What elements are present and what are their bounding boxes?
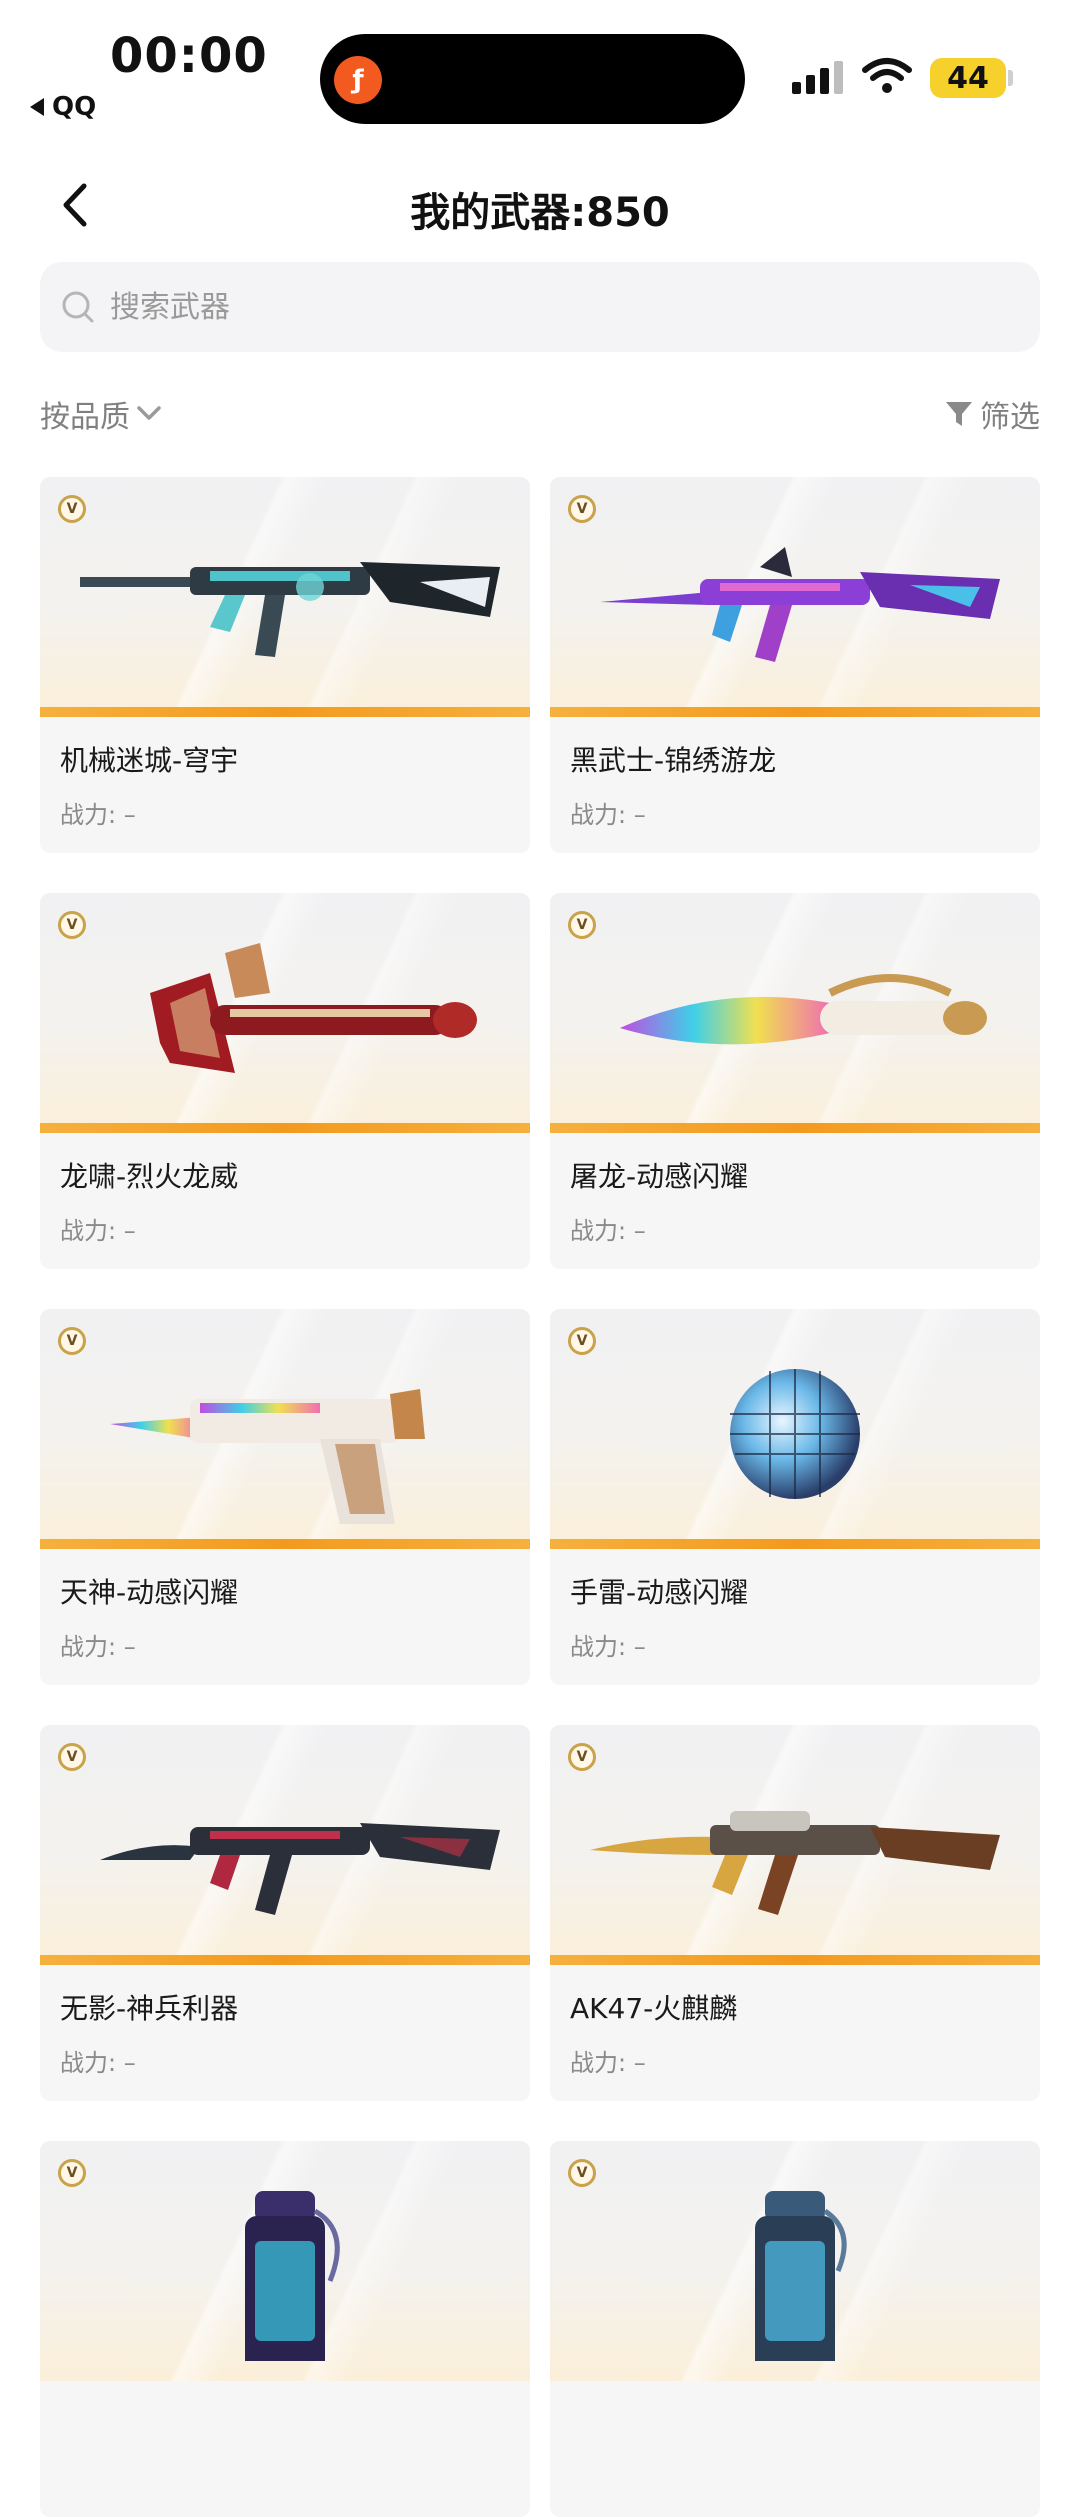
search-input[interactable] <box>108 288 988 326</box>
rarity-stripe <box>40 1955 530 1965</box>
weapon-name: 手雷-动感闪耀 <box>570 1576 749 1609</box>
weapon-power: 战力: – <box>60 2049 136 2077</box>
rarity-stripe <box>550 707 1040 717</box>
sort-by-quality-button[interactable]: 按品质 <box>40 392 162 436</box>
weapon-art: V <box>40 1309 530 1549</box>
grenade-icon <box>245 2191 340 2361</box>
weapon-name: 无影-神兵利器 <box>60 1992 239 2025</box>
weapon-art: V <box>550 477 1040 717</box>
rifle-icon <box>590 1811 1000 1915</box>
battery-indicator: 44 <box>930 58 1006 98</box>
weapon-card[interactable]: V <box>550 1309 1040 1685</box>
weapon-card[interactable]: V 龙啸-烈火龙威 战力: – <box>40 893 530 1269</box>
weapon-name: 机械迷城-穹宇 <box>60 744 239 777</box>
weapon-card[interactable]: V 机械迷城-穹宇 战力: – <box>40 477 530 853</box>
rarity-stripe <box>550 1955 1040 1965</box>
weapon-art: V <box>550 893 1040 1133</box>
weapon-card[interactable]: V 无影-神兵利器 战力: – <box>40 1725 530 2101</box>
search-bar[interactable] <box>40 262 1040 352</box>
weapon-power: 战力: – <box>60 1633 136 1661</box>
weapon-name: 黑武士-锦绣游龙 <box>570 744 777 777</box>
back-triangle-icon <box>30 98 44 116</box>
weapon-art: V <box>40 1725 530 1965</box>
weapon-power: 战力: – <box>570 2049 646 2077</box>
rarity-stripe <box>40 1539 530 1549</box>
weapon-card[interactable]: V 屠龙-动感闪耀 战力: – <box>550 893 1040 1269</box>
weapon-card[interactable]: V <box>550 2141 1040 2517</box>
status-bar: 00:00 QQ ƒ 44 <box>0 0 1080 150</box>
back-app-label: QQ <box>52 92 97 122</box>
weapon-art: V <box>40 893 530 1133</box>
filter-label: 筛选 <box>980 400 1040 435</box>
weapon-art: V <box>550 1725 1040 1965</box>
knife-icon <box>620 974 987 1045</box>
weapon-power: 战力: – <box>570 1217 646 1245</box>
rifle-icon <box>80 562 500 657</box>
rarity-stripe <box>550 1539 1040 1549</box>
pistol-icon <box>110 1389 425 1524</box>
rifle-icon <box>600 547 1000 662</box>
rifle-icon <box>100 1823 500 1915</box>
app-logo-icon: ƒ <box>334 56 382 104</box>
wifi-icon <box>862 58 912 93</box>
weapon-art: V <box>550 1309 1040 1549</box>
weapon-card[interactable]: V 黑武士-锦绣游龙 战力: – <box>550 477 1040 853</box>
filter-icon <box>946 402 972 426</box>
grenade-icon <box>730 1369 860 1499</box>
grenade-icon <box>755 2191 847 2361</box>
weapon-name: 龙啸-烈火龙威 <box>60 1160 239 1193</box>
battery-tip <box>1008 70 1013 86</box>
rarity-stripe <box>40 1123 530 1133</box>
weapon-art: V <box>550 2141 1040 2381</box>
rarity-stripe <box>40 707 530 717</box>
cellular-signal-icon <box>792 61 843 94</box>
dynamic-island: ƒ <box>320 34 745 124</box>
axe-icon <box>150 943 477 1073</box>
rarity-stripe <box>550 1123 1040 1133</box>
weapon-power: 战力: – <box>570 801 646 829</box>
page-title: 我的武器:850 <box>410 190 670 236</box>
filter-button[interactable]: 筛选 <box>944 392 1040 436</box>
status-time: 00:00 <box>110 28 268 84</box>
weapon-power: 战力: – <box>570 1633 646 1661</box>
sort-label: 按品质 <box>40 400 130 435</box>
weapon-art: V <box>40 2141 530 2381</box>
back-to-app-button[interactable]: QQ <box>30 92 96 122</box>
weapon-card[interactable]: V AK47-火麒麟 战力: – <box>550 1725 1040 2101</box>
weapon-card[interactable]: V <box>40 2141 530 2517</box>
search-icon <box>62 291 94 323</box>
weapon-power: 战力: – <box>60 801 136 829</box>
chevron-down-icon <box>137 406 161 420</box>
weapon-name: AK47-火麒麟 <box>570 1992 738 2025</box>
weapon-name: 天神-动感闪耀 <box>60 1576 239 1609</box>
weapon-name: 屠龙-动感闪耀 <box>570 1160 749 1193</box>
weapon-art: V <box>40 477 530 717</box>
weapon-power: 战力: – <box>60 1217 136 1245</box>
nav-bar: 我的武器:850 <box>0 150 1080 265</box>
weapon-card[interactable]: V 天神-动感闪耀 战力: – <box>40 1309 530 1685</box>
